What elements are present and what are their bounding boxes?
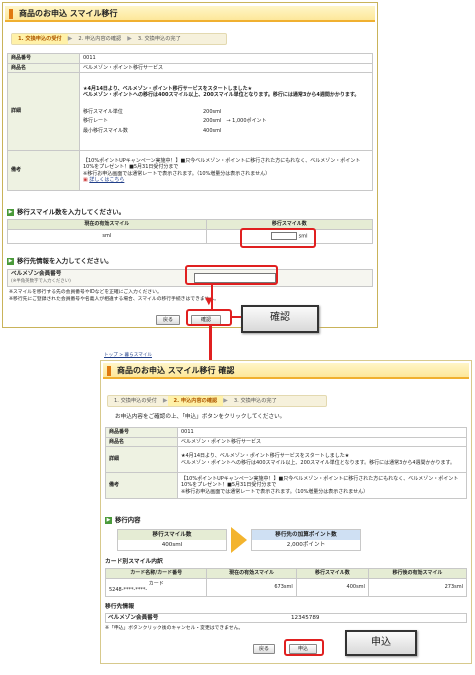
move-col-1: 移行スマイル数 <box>118 530 226 540</box>
member-label: ベルメゾン会員番号 <box>11 271 62 277</box>
notes-text-2: ※移行お申込画面では通常レートで表示されます。（10%増量分は表示されません） <box>181 488 369 495</box>
notes-label: 備考 <box>105 472 178 499</box>
section-move: ▶ 移行内容 <box>105 516 141 524</box>
product-no-label: 商品番号 <box>7 53 80 64</box>
card-header-4: 移行後の有効スマイル <box>367 568 468 579</box>
card-header-1: カード名称/カード番号 <box>104 568 208 579</box>
card-table: カード名称/カード番号 現在の有効スマイル 移行スマイル数 移行後の有効スマイル… <box>104 568 468 597</box>
card-current: 673sml <box>206 577 297 597</box>
title-mark-icon <box>9 9 13 19</box>
note-2: ※移行先にご登録された会員番号や名義人が相違する場合、スマイルの移行手続きはでき… <box>9 297 219 302</box>
step-2: 2. 申込内容の確認 <box>167 396 224 406</box>
confirm-callout: 確認 <box>241 305 319 333</box>
notes-cell: 【10%ポイントUPキャンペーン実施中！】■只今ベルメゾン・ポイントに移行された… <box>177 472 467 499</box>
back-button[interactable]: 戻る <box>156 315 180 325</box>
step-indicator: 1. 交換申込の受付 ▶ 2. 申込内容の確認 ▶ 3. 交換申込の完了 <box>11 33 227 45</box>
section-arrow-icon: ▶ <box>7 208 14 216</box>
move-val-1: 400sml <box>161 542 183 548</box>
product-name: ベルメゾン・ポイント移行サービス <box>177 436 467 447</box>
notes-text: 【10%ポイントUPキャンペーン実施中！】■只今ベルメゾン・ポイントに移行された… <box>181 475 459 489</box>
member-hint: (※半角英数字で入力ください) <box>11 279 71 284</box>
page-title: 商品のお申込 スマイル移行 <box>5 6 375 22</box>
product-name-label: 商品名 <box>7 62 80 73</box>
connector-line <box>231 316 241 318</box>
arrow-down-icon: ▼ <box>205 296 213 307</box>
detail-text-2: ベルメゾン・ポイントへの移行は400スマイル以上、200スマイル単位となります。… <box>83 92 360 99</box>
dest-value: 12345789 <box>291 615 320 621</box>
move-unit: 200sml <box>203 108 222 115</box>
card-header-3: 移行スマイル数 <box>295 568 369 579</box>
move-arrow-icon <box>231 527 247 553</box>
highlight-member-number <box>185 265 278 285</box>
move-unit-label: 移行スマイル単位 <box>83 108 123 115</box>
product-name: ベルメゾン・ポイント移行サービス <box>79 62 373 73</box>
highlight-confirm <box>186 309 232 326</box>
move-box-2: 移行先の加算ポイント数 2,000ポイント <box>251 529 361 551</box>
smile-input-table: 現在の有効スマイル 移行スマイル数 sml sml <box>7 219 374 244</box>
title-mark-icon <box>107 366 111 376</box>
current-smile-header: 現在の有効スマイル <box>7 219 207 230</box>
step-indicator-2: 1. 交換申込の受付 ▶ 2. 申込内容の確認 ▶ 3. 交換申込の完了 <box>107 395 327 407</box>
section-dest: 移行先情報 <box>105 604 134 610</box>
detail-cell: ★4月14日より、ベルメゾン・ポイント移行サービスをスタートしました★ ベルメゾ… <box>79 72 373 151</box>
min: 400sml <box>203 127 222 134</box>
step-3: 3. 交換申込の完了 <box>233 397 277 404</box>
card-header-2: 現在の有効スマイル <box>206 568 297 579</box>
current-smile: sml <box>7 228 207 244</box>
highlight-move-smile <box>240 228 316 248</box>
section-dest-input: ▶ 移行先情報を入力してください。 <box>7 257 113 265</box>
detail-label: 詳細 <box>105 446 178 473</box>
card-no: 5248-****-****- <box>109 587 148 593</box>
dest-row: ベルメゾン会員番号 12345789 <box>105 613 467 623</box>
card-after: 273sml <box>367 577 468 597</box>
back-button-2[interactable]: 戻る <box>253 644 275 654</box>
card-move: 400sml <box>295 577 369 597</box>
intro-text: お申込内容をご確認の上、「申込」ボタンをクリックしてください。 <box>115 414 286 420</box>
breadcrumb[interactable]: トップ > 暮らスマイル <box>104 353 152 359</box>
move-val-2: 2,000ポイント <box>286 542 326 548</box>
step-3: 3. 交換申込の完了 <box>137 35 181 42</box>
dest-label: ベルメゾン会員番号 <box>108 615 159 621</box>
section-smile-input: ▶ 移行スマイル数を入力してください。 <box>7 208 126 216</box>
section-card: カード別スマイル内訳 <box>105 559 163 565</box>
page-title-2: 商品のお申込 スマイル移行 確認 <box>103 363 469 379</box>
product-name-label: 商品名 <box>105 436 178 447</box>
detail-label: 詳細 <box>7 72 80 151</box>
table-row: カード 5248-****-****- 673sml 400sml 273sml <box>104 577 468 597</box>
details-link[interactable]: 詳しくはこちら <box>89 177 124 183</box>
notes-text: 【10%ポイントUPキャンペーン実施中！】■只今ベルメゾン・ポイントに移行された… <box>83 157 361 171</box>
card-cell: カード 5248-****-****- <box>104 577 208 597</box>
rate-label: 移行レート <box>83 118 109 125</box>
step-1: 1. 交換申込の受付 <box>114 397 157 404</box>
product-no: 0011 <box>79 53 373 64</box>
note-1: ※スマイルを移行する先の会員番号やIDなどを正確にご入力ください。 <box>9 290 162 295</box>
section-arrow-icon: ▶ <box>7 257 14 265</box>
apply-callout: 申込 <box>345 630 417 656</box>
notes-label: 備考 <box>7 150 80 191</box>
step-1: 1. 交換申込の受付 <box>12 34 68 44</box>
product-info-table-2: 商品番号 0011 商品名 ベルメゾン・ポイント移行サービス 詳細 ★4月14日… <box>105 427 467 499</box>
min-label: 最小移行スマイル数 <box>83 127 128 134</box>
highlight-apply <box>284 639 324 656</box>
product-no-label: 商品番号 <box>105 427 178 438</box>
move-box-1: 移行スマイル数 400sml <box>117 529 227 551</box>
step-2: 2. 申込内容の確認 <box>78 35 122 42</box>
confirm-panel: 商品のお申込 スマイル移行 確認 1. 交換申込の受付 ▶ 2. 申込内容の確認… <box>100 360 472 664</box>
notes-cell: 【10%ポイントUPキャンペーン実施中！】■只今ベルメゾン・ポイントに移行された… <box>79 150 373 191</box>
detail-text-2: ベルメゾン・ポイントへの移行は400スマイル以上、200スマイル単位となります。… <box>181 459 456 466</box>
product-no: 0011 <box>177 427 467 438</box>
section-arrow-icon: ▶ <box>105 516 112 524</box>
rate: 200sml → 1,000ポイント <box>203 118 267 125</box>
product-info-table: 商品番号 0011 商品名 ベルメゾン・ポイント移行サービス 詳細 ★4月14日… <box>7 53 373 191</box>
cancel-note: ※「申込」ボタンクリック後のキャンセル・変更はできません。 <box>105 626 244 631</box>
link-icon: ▣ <box>83 177 88 183</box>
detail-cell: ★4月14日より、ベルメゾン・ポイント移行サービスをスタートしました★ ベルメゾ… <box>177 446 467 473</box>
move-col-2: 移行先の加算ポイント数 <box>252 530 360 540</box>
